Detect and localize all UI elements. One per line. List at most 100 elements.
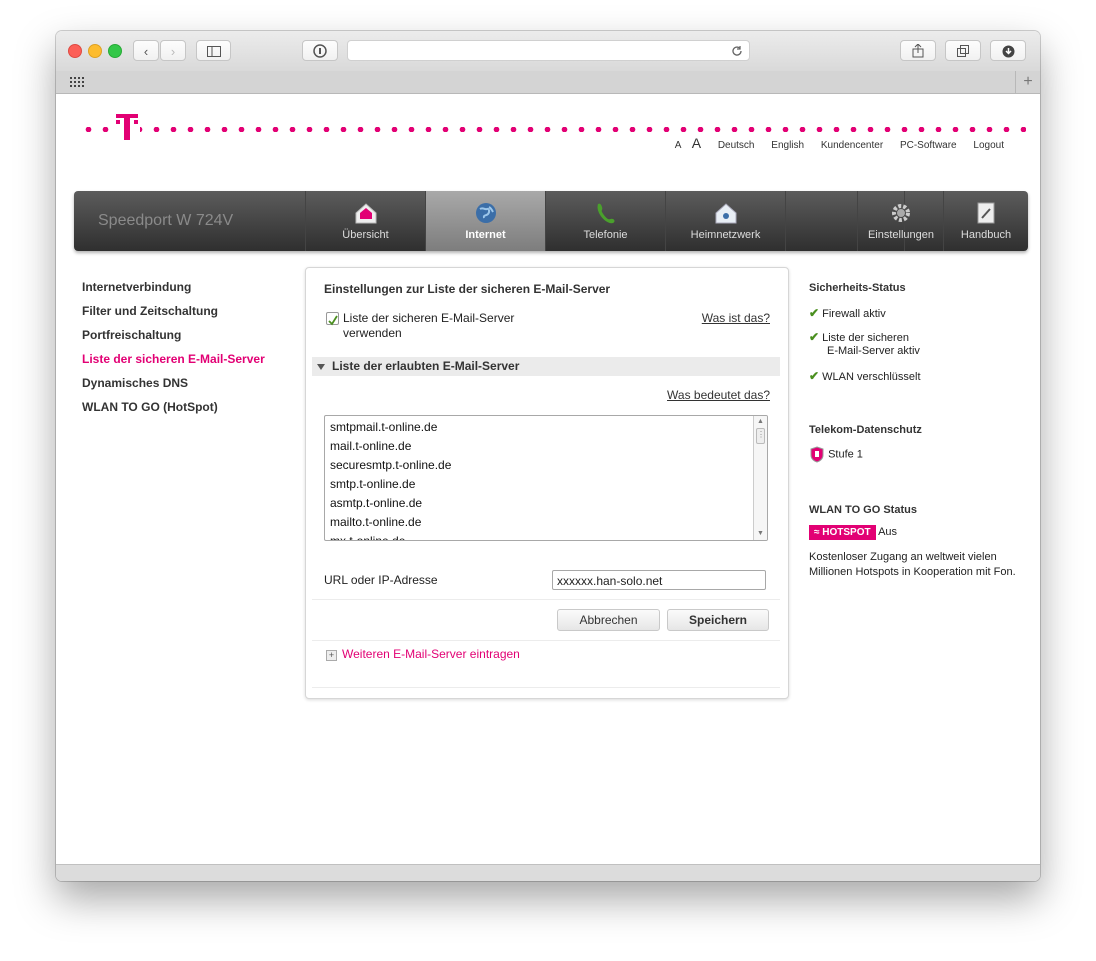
divider [312, 599, 780, 600]
font-large-link[interactable]: A [692, 135, 701, 151]
checkmark-icon [328, 315, 338, 326]
device-name: Speedport W 724V [98, 212, 234, 229]
list-item[interactable]: mx.t-online.de [325, 532, 767, 540]
panel-title: Einstellungen zur Liste der sicheren E-M… [324, 282, 611, 296]
sidebar-icon [206, 46, 221, 57]
close-window-button[interactable] [68, 44, 82, 58]
save-button[interactable]: Speichern [667, 609, 769, 631]
wifi-icon: ≈ [814, 527, 820, 538]
privacy-report-button[interactable] [302, 40, 338, 61]
cancel-button[interactable]: Abbrechen [557, 609, 660, 631]
server-list: smtpmail.t-online.de mail.t-online.de se… [325, 416, 767, 540]
nav-label: Übersicht [342, 229, 389, 241]
wlan-to-go-title: WLAN TO GO Status [809, 504, 917, 516]
zoom-window-button[interactable] [108, 44, 122, 58]
logout-link[interactable]: Logout [973, 140, 1004, 151]
telekom-t-icon [116, 114, 138, 140]
nav-internet[interactable]: Internet [425, 191, 545, 251]
url-input[interactable]: xxxxxx.han-solo.net [552, 570, 766, 590]
downloads-button[interactable] [990, 40, 1026, 61]
nav-label: Internet [465, 229, 506, 241]
main-navbar: Speedport W 724V Übersicht Internet Tele… [74, 191, 1028, 251]
nav-label: Handbuch [960, 229, 1012, 241]
telekom-logo[interactable] [114, 112, 140, 142]
section-title: Liste der erlaubten E-Mail-Server [332, 359, 520, 373]
security-status-title: Sicherheits-Status [809, 282, 906, 294]
divider [312, 687, 780, 688]
nav-einstellungen[interactable]: Einstellungen [857, 191, 944, 251]
tabs-icon [956, 45, 969, 57]
nav-label: Einstellungen [867, 229, 935, 241]
menu-wlan-to-go[interactable]: WLAN TO GO (HotSpot) [82, 400, 265, 424]
security-item-mailserver: ✔ Liste der sicheren [809, 330, 909, 344]
what-means-link[interactable]: Was bedeutet das? [667, 388, 770, 402]
nav-heimnetzwerk[interactable]: Heimnetzwerk [665, 191, 785, 251]
list-item[interactable]: smtpmail.t-online.de [325, 418, 767, 437]
privacy-title: Telekom-Datenschutz [809, 424, 922, 436]
forward-button[interactable]: › [160, 40, 186, 61]
nav-label: Heimnetzwerk [690, 229, 761, 241]
browser-window: ‹ › + A A Deutsch English Kundencenter P… [56, 31, 1040, 881]
list-item[interactable]: asmtp.t-online.de [325, 494, 767, 513]
scroll-down-arrow[interactable]: ▼ [754, 528, 767, 540]
reload-icon [732, 46, 742, 56]
menu-portfreischaltung[interactable]: Portfreischaltung [82, 328, 265, 352]
privacy-level[interactable]: Stufe 1 [809, 446, 863, 463]
wlan-text-1: Kostenloser Zugang an weltweit vielen [809, 551, 997, 563]
menu-internetverbindung[interactable]: Internetverbindung [82, 280, 265, 304]
nav-handbuch[interactable]: Handbuch [943, 191, 1028, 251]
list-item[interactable]: mailto.t-online.de [325, 513, 767, 532]
check-icon: ✔ [809, 306, 820, 320]
use-list-label: Liste der sicheren E-Mail-Server verwend… [343, 311, 515, 340]
server-listbox[interactable]: smtpmail.t-online.de mail.t-online.de se… [324, 415, 768, 541]
kundencenter-link[interactable]: Kundencenter [821, 140, 883, 151]
menu-sichere-email-server[interactable]: Liste der sicheren E-Mail-Server [82, 352, 265, 376]
deutsch-link[interactable]: Deutsch [718, 140, 755, 151]
english-link[interactable]: English [771, 140, 804, 151]
shield-icon [810, 446, 824, 463]
nav-telefonie[interactable]: Telefonie [545, 191, 665, 251]
security-item-mailserver-2: E-Mail-Server aktiv [827, 345, 920, 357]
list-item[interactable]: mail.t-online.de [325, 437, 767, 456]
router-page: A A Deutsch English Kundencenter PC-Soft… [56, 94, 1040, 864]
left-menu: Internetverbindung Filter und Zeitschalt… [82, 280, 265, 424]
security-item-firewall: ✔ Firewall aktiv [809, 306, 886, 320]
house-network-icon [715, 203, 736, 224]
home-icon [355, 203, 376, 224]
scroll-up-arrow[interactable]: ▲ [754, 416, 767, 428]
info-shield-icon [313, 44, 327, 58]
pc-software-link[interactable]: PC-Software [900, 140, 957, 151]
address-bar[interactable] [347, 40, 750, 61]
check-icon: ✔ [809, 330, 820, 344]
back-button[interactable]: ‹ [133, 40, 159, 61]
use-list-checkbox[interactable] [326, 312, 339, 326]
hotspot-state: Aus [878, 526, 898, 538]
hotspot-badge: ≈ HOTSPOT [809, 525, 876, 540]
scroll-thumb[interactable]: ⋮ [756, 428, 765, 444]
what-is-it-link[interactable]: Was ist das? [702, 311, 770, 325]
nav-uebersicht[interactable]: Übersicht [305, 191, 425, 251]
grid-icon[interactable] [70, 77, 86, 87]
menu-dynamisches-dns[interactable]: Dynamisches DNS [82, 376, 265, 400]
share-button[interactable] [900, 40, 936, 61]
list-item[interactable]: securesmtp.t-online.de [325, 456, 767, 475]
url-label: URL oder IP-Adresse [324, 573, 438, 587]
email-server-panel: Einstellungen zur Liste der sicheren E-M… [305, 267, 789, 699]
telekom-dots [80, 127, 1026, 132]
sidebar-toggle-button[interactable] [196, 40, 231, 61]
nav-label: Telefonie [583, 229, 628, 241]
share-icon [912, 43, 924, 58]
new-tab-button[interactable]: + [1015, 71, 1040, 93]
plus-icon[interactable]: + [326, 650, 337, 661]
check-icon: ✔ [809, 369, 820, 383]
allowed-servers-section[interactable]: Liste der erlaubten E-Mail-Server [312, 357, 780, 376]
font-small-link[interactable]: A [675, 140, 681, 151]
tabs-overview-button[interactable] [945, 40, 981, 61]
add-server-link[interactable]: Weiteren E-Mail-Server eintragen [342, 647, 520, 661]
listbox-scrollbar[interactable]: ▲ ⋮ ▼ [753, 416, 767, 540]
wlan-text-2: Millionen Hotspots in Kooperation mit Fo… [809, 566, 1016, 578]
hotspot-status[interactable]: ≈ HOTSPOT Aus [809, 525, 897, 540]
minimize-window-button[interactable] [88, 44, 102, 58]
menu-filter-zeitschaltung[interactable]: Filter und Zeitschaltung [82, 304, 265, 328]
list-item[interactable]: smtp.t-online.de [325, 475, 767, 494]
